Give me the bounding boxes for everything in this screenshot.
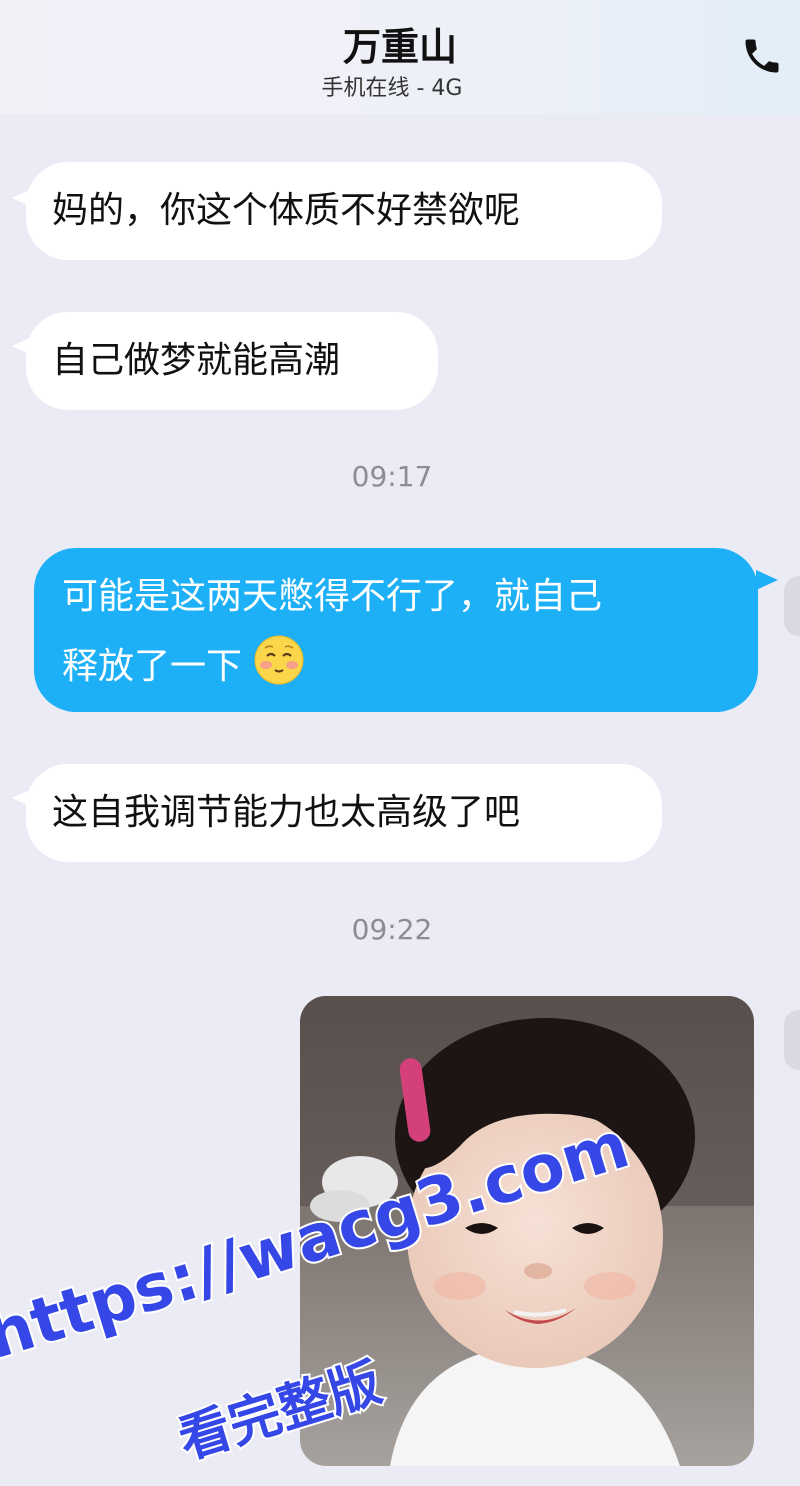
chat-header: 万重山 手机在线 - 4G [0, 0, 800, 114]
message-text-line-1: 可能是这两天憋得不行了，就自己 [62, 576, 603, 617]
contact-status: 手机在线 - 4G [321, 76, 463, 101]
incoming-message[interactable]: 妈的，你这个体质不好禁欲呢 [26, 162, 662, 260]
message-text: 这自我调节能力也太高级了吧 [52, 792, 521, 833]
message-text: 妈的，你这个体质不好禁欲呢 [52, 190, 521, 231]
incoming-message[interactable]: 自己做梦就能高潮 [26, 312, 438, 410]
message-text-line-2: 释放了一下 [62, 646, 243, 687]
avatar[interactable] [784, 1010, 800, 1070]
timestamp: 09:22 [351, 913, 433, 946]
message-text-line-2-row: 释放了一下 [62, 634, 305, 692]
bubble-tail [756, 570, 778, 590]
incoming-message[interactable]: 这自我调节能力也太高级了吧 [26, 764, 662, 862]
phone-icon[interactable] [740, 34, 784, 78]
avatar[interactable] [784, 576, 800, 636]
outgoing-message[interactable]: 可能是这两天憋得不行了，就自己 释放了一下 [34, 548, 758, 712]
timestamp: 09:17 [351, 460, 433, 493]
contact-name[interactable]: 万重山 [0, 16, 800, 71]
message-text: 自己做梦就能高潮 [52, 340, 341, 381]
blushing-face-icon [254, 635, 304, 685]
